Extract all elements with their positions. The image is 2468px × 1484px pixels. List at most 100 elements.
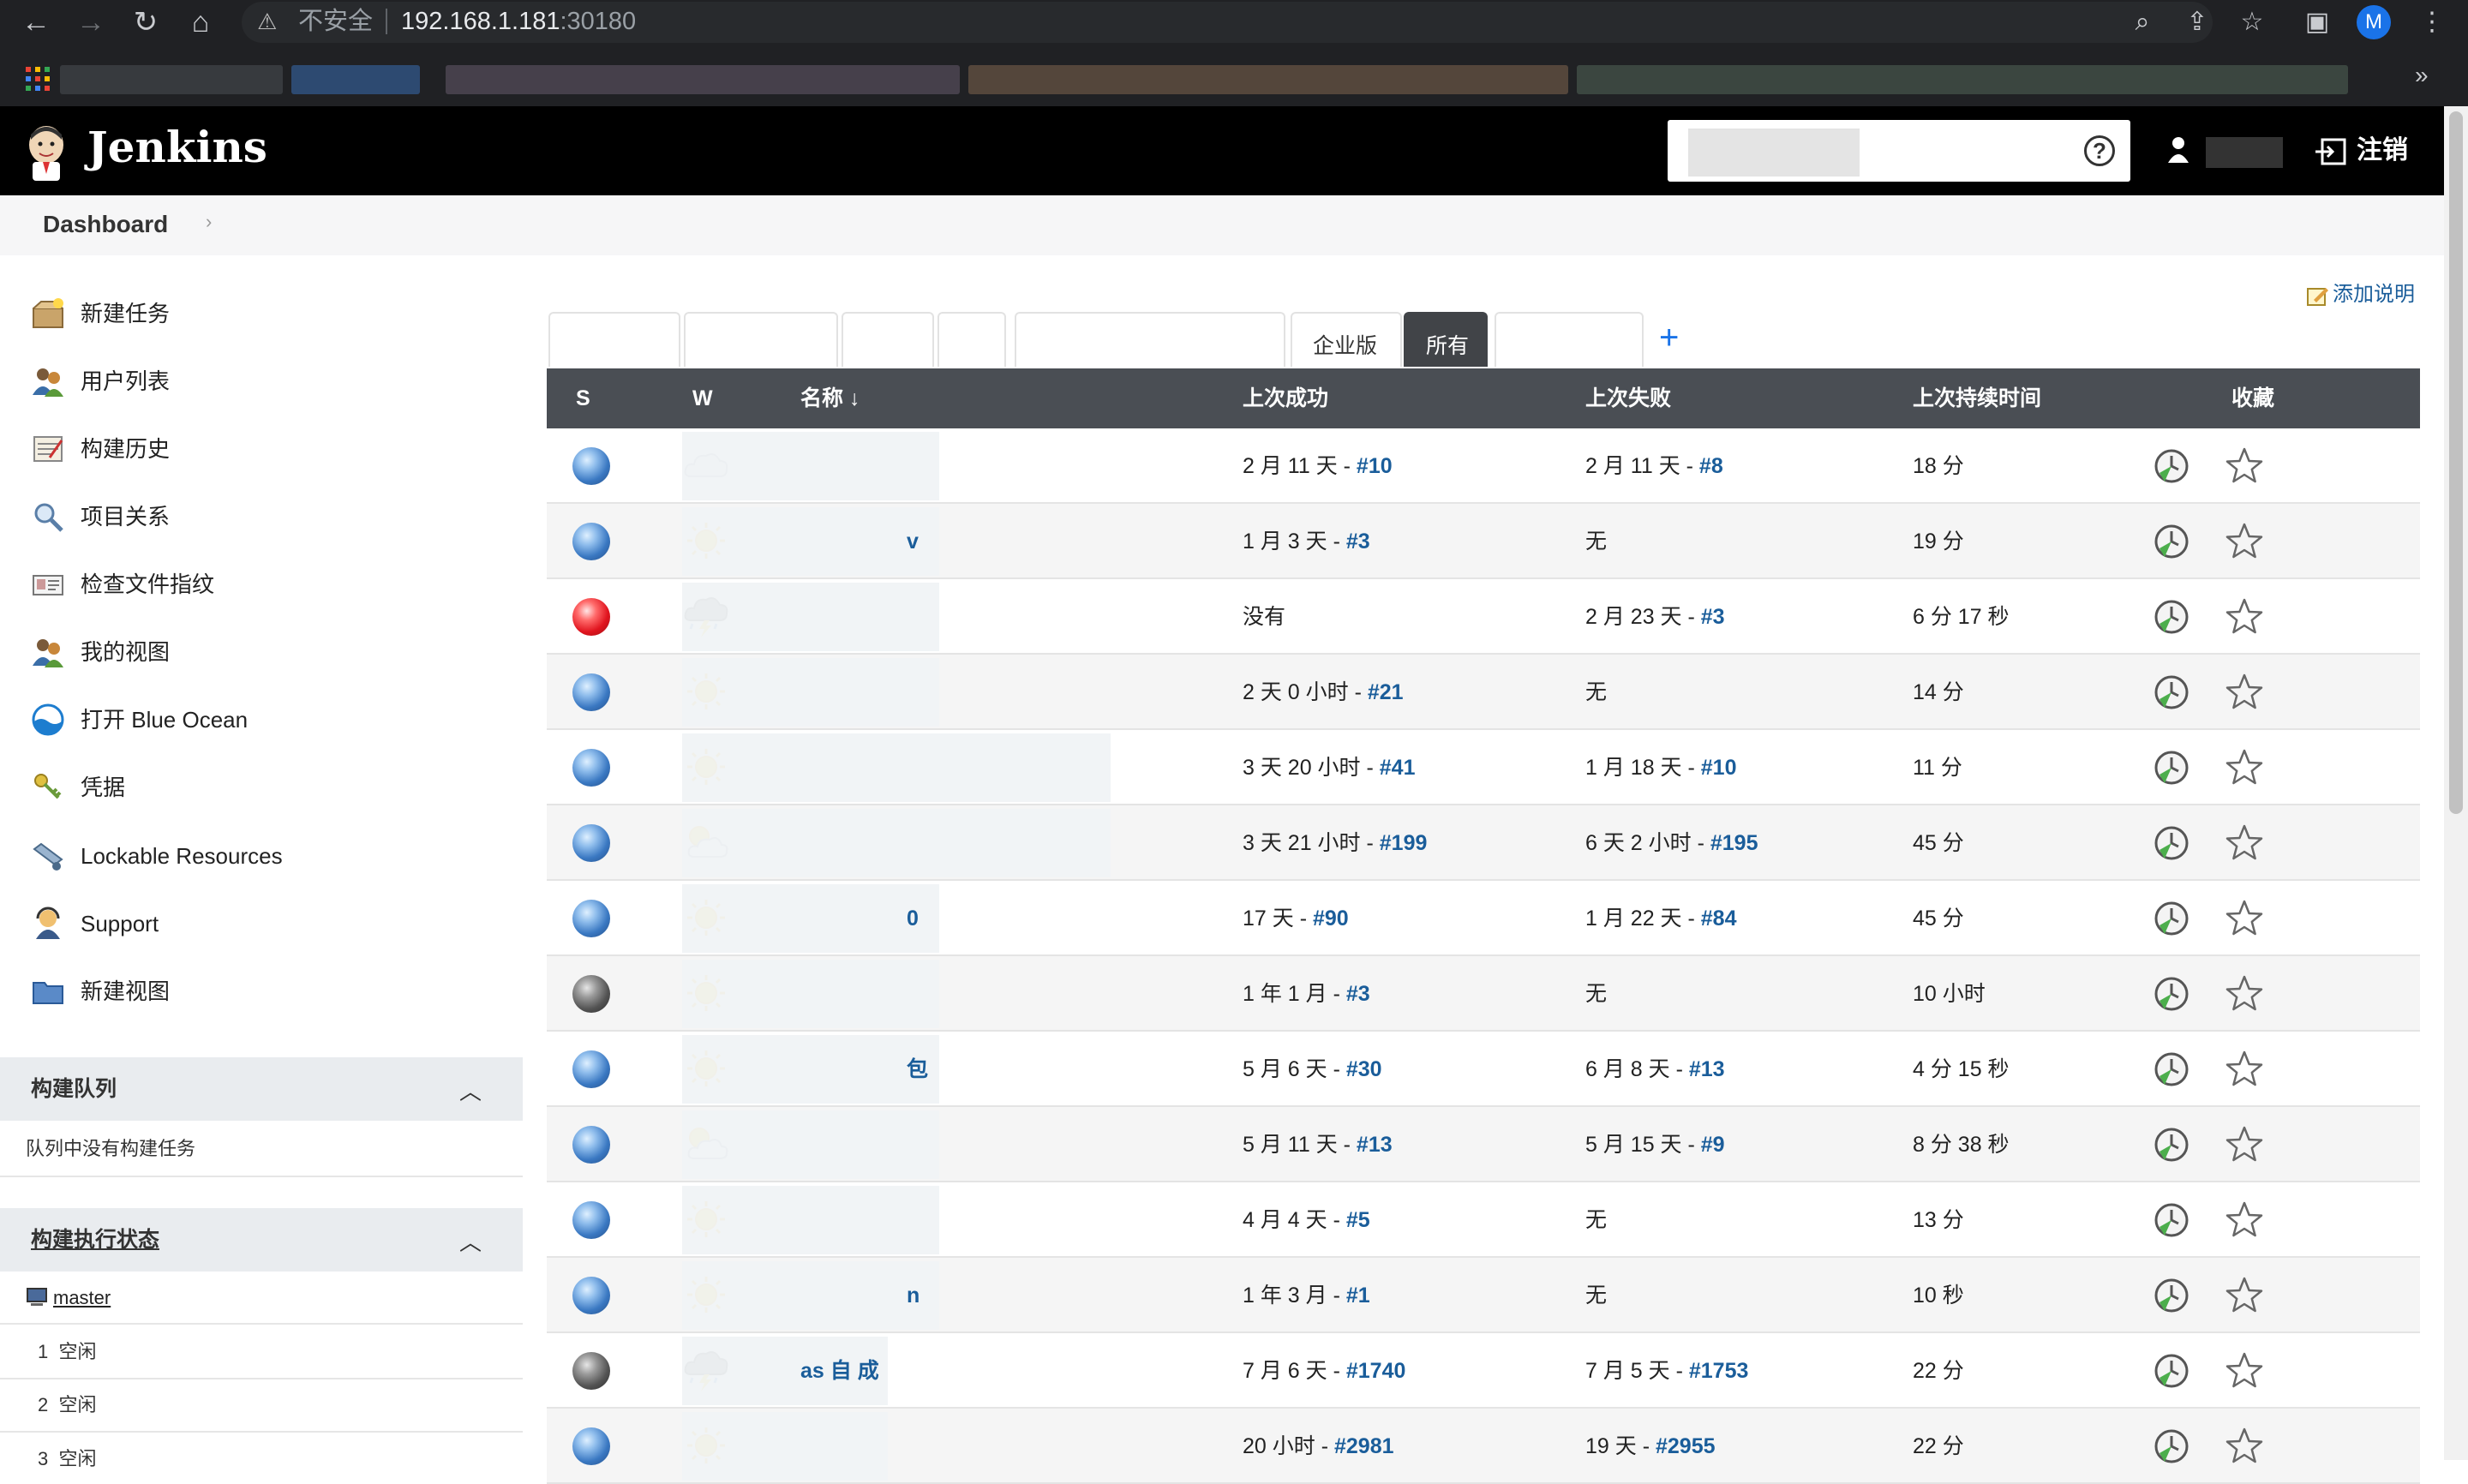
schedule-build-icon[interactable] [2153, 447, 2190, 485]
build-status-blue-icon[interactable] [572, 900, 610, 937]
build-link[interactable]: #199 [1380, 831, 1428, 855]
build-status-blue-icon[interactable] [572, 1050, 610, 1088]
schedule-build-icon[interactable] [2153, 1352, 2190, 1390]
executors-header[interactable]: 构建执行状态 ︿ [0, 1208, 523, 1272]
zoom-icon[interactable]: ⌕ [2124, 3, 2161, 41]
back-icon[interactable]: ← [17, 3, 55, 41]
build-status-grey-icon[interactable] [572, 1352, 610, 1390]
schedule-build-icon[interactable] [2153, 1277, 2190, 1314]
build-link[interactable]: #13 [1689, 1057, 1725, 1081]
bookmark-star-icon[interactable]: ☆ [2233, 3, 2271, 41]
sidebar-item-fingerprint[interactable]: 检查文件指纹 [31, 562, 511, 607]
build-link[interactable]: #3 [1346, 982, 1370, 1006]
scrollbar-thumb[interactable] [2449, 111, 2463, 814]
search-input[interactable] [1680, 130, 2074, 171]
schedule-build-icon[interactable] [2153, 749, 2190, 787]
bookmarks-more-button[interactable]: » [2415, 62, 2429, 89]
favorite-star-icon[interactable] [2225, 823, 2264, 863]
home-icon[interactable]: ⌂ [182, 3, 219, 41]
warning-icon[interactable]: ⚠ [257, 7, 283, 34]
sidebar-item-lockable-resources[interactable]: Lockable Resources [31, 834, 511, 878]
build-status-blue-icon[interactable] [572, 523, 610, 560]
sidebar-item-new-item[interactable]: 新建任务 [31, 291, 511, 336]
schedule-build-icon[interactable] [2153, 598, 2190, 636]
schedule-build-icon[interactable] [2153, 1050, 2190, 1088]
tab-enterprise[interactable]: 企业版 [1291, 312, 1402, 367]
favorite-star-icon[interactable] [2225, 522, 2264, 561]
logout-icon[interactable] [2314, 137, 2348, 166]
column-header-name[interactable]: 名称 ↓ [800, 384, 860, 413]
edit-description-icon[interactable] [2307, 286, 2329, 307]
sidebar-item-build-history[interactable]: 构建历史 [31, 427, 511, 471]
favorite-star-icon[interactable] [2225, 1351, 2264, 1391]
add-description-link[interactable]: 添加说明 [2333, 281, 2415, 308]
build-status-blue-icon[interactable] [572, 824, 610, 862]
schedule-build-icon[interactable] [2153, 523, 2190, 560]
view-tab[interactable] [1015, 312, 1285, 367]
build-link[interactable]: #1 [1346, 1284, 1370, 1307]
build-link[interactable]: #8 [1699, 454, 1723, 478]
favorite-star-icon[interactable] [2225, 1427, 2264, 1466]
build-link[interactable]: #9 [1701, 1133, 1725, 1157]
build-status-blue-icon[interactable] [572, 447, 610, 485]
build-status-grey-icon[interactable] [572, 975, 610, 1013]
schedule-build-icon[interactable] [2153, 900, 2190, 937]
build-link[interactable]: #1740 [1346, 1359, 1406, 1383]
build-status-blue-icon[interactable] [572, 1277, 610, 1314]
user-icon[interactable] [2166, 135, 2190, 165]
tab-all[interactable]: 所有 [1404, 312, 1488, 367]
build-link[interactable]: #2955 [1656, 1434, 1716, 1458]
build-link[interactable]: #1753 [1689, 1359, 1749, 1383]
share-icon[interactable]: ⇪ [2178, 3, 2216, 41]
build-status-blue-icon[interactable] [572, 1126, 610, 1164]
chevron-up-icon[interactable]: ︿ [459, 1074, 482, 1106]
favorite-star-icon[interactable] [2225, 899, 2264, 938]
job-name-link[interactable]: n [907, 1281, 920, 1310]
chevron-right-icon[interactable]: › [206, 211, 212, 233]
blurred-username[interactable] [2206, 137, 2283, 168]
breadcrumb-dashboard[interactable]: Dashboard [43, 209, 168, 240]
sidebar-item-support[interactable]: Support [31, 901, 511, 946]
jenkins-logo-icon[interactable] [24, 123, 69, 181]
sidebar-item-new-view[interactable]: 新建视图 [31, 969, 511, 1014]
build-status-blue-icon[interactable] [572, 749, 610, 787]
build-link[interactable]: #3 [1346, 530, 1370, 554]
build-link[interactable]: #13 [1357, 1133, 1393, 1157]
help-icon[interactable]: ? [2084, 135, 2115, 166]
sidebar-item-users[interactable]: 用户列表 [31, 359, 511, 404]
forward-icon[interactable]: → [72, 3, 110, 41]
build-queue-header[interactable]: 构建队列 ︿ [0, 1057, 523, 1121]
favorite-star-icon[interactable] [2225, 748, 2264, 787]
job-name-link[interactable]: 包 [907, 1055, 928, 1084]
build-status-red-icon[interactable] [572, 598, 610, 636]
menu-icon[interactable]: ⋮ [2413, 3, 2451, 41]
column-header-last-failure[interactable]: 上次失败 [1585, 384, 1671, 413]
logout-link[interactable]: 注销 [2357, 134, 2408, 168]
view-tab[interactable] [684, 312, 838, 367]
view-tab[interactable] [1495, 312, 1644, 367]
build-status-blue-icon[interactable] [572, 1201, 610, 1239]
column-header-status[interactable]: S [576, 384, 590, 413]
security-label[interactable]: 不安全 [298, 7, 373, 36]
schedule-build-icon[interactable] [2153, 975, 2190, 1013]
build-link[interactable]: #41 [1380, 756, 1416, 780]
jenkins-title[interactable]: Jenkins [87, 122, 267, 173]
build-link[interactable]: #84 [1701, 907, 1737, 930]
executor-node-master[interactable]: master [53, 1285, 111, 1311]
build-link[interactable]: #10 [1701, 756, 1737, 780]
build-link[interactable]: #21 [1368, 680, 1404, 704]
build-link[interactable]: #5 [1346, 1208, 1370, 1232]
add-view-button[interactable]: + [1659, 319, 1679, 356]
reload-icon[interactable]: ↻ [127, 3, 165, 41]
build-link[interactable]: #30 [1346, 1057, 1382, 1081]
view-tab[interactable] [842, 312, 934, 367]
sidebar-item-blue-ocean[interactable]: 打开 Blue Ocean [31, 697, 511, 742]
build-status-blue-icon[interactable] [572, 673, 610, 711]
build-status-blue-icon[interactable] [572, 1427, 610, 1465]
favorite-star-icon[interactable] [2225, 673, 2264, 712]
build-link[interactable]: #90 [1313, 907, 1349, 930]
build-link[interactable]: #195 [1710, 831, 1758, 855]
build-link[interactable]: #10 [1357, 454, 1393, 478]
build-link[interactable]: #3 [1701, 605, 1725, 629]
favorite-star-icon[interactable] [2225, 974, 2264, 1014]
